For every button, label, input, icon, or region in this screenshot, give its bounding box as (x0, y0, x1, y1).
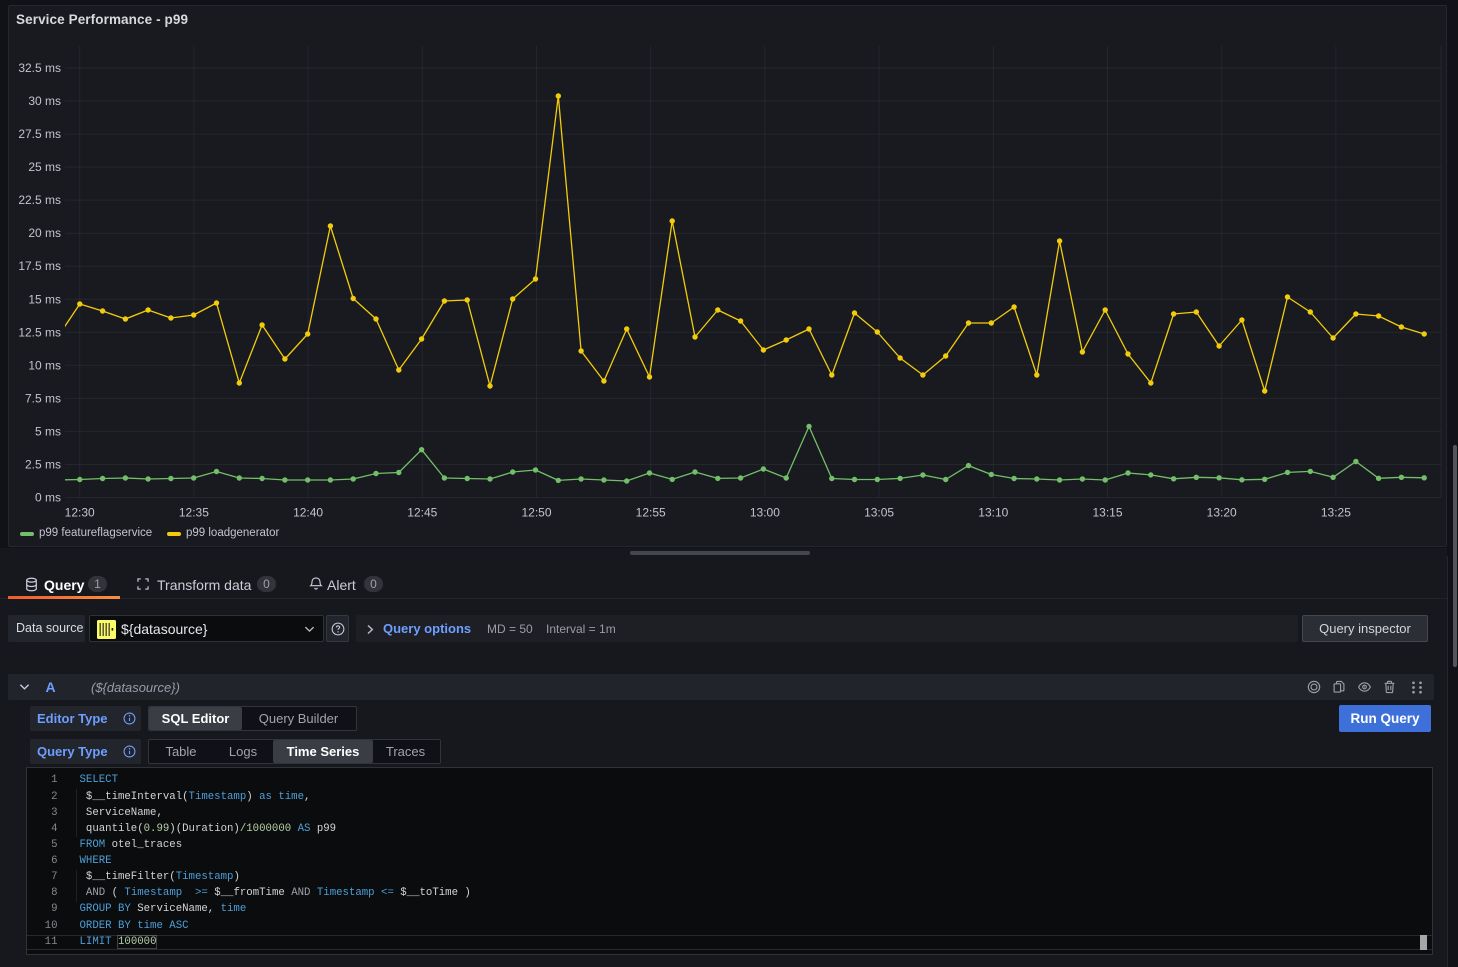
svg-text:30 ms: 30 ms (28, 94, 61, 108)
svg-text:15 ms: 15 ms (28, 292, 61, 306)
svg-text:12:50: 12:50 (521, 506, 551, 520)
svg-text:12:40: 12:40 (293, 506, 323, 520)
svg-text:13:00: 13:00 (750, 506, 780, 520)
svg-text:2.5 ms: 2.5 ms (25, 458, 61, 472)
svg-text:12:30: 12:30 (65, 506, 95, 520)
svg-text:5 ms: 5 ms (35, 424, 61, 438)
svg-text:10 ms: 10 ms (28, 358, 61, 372)
svg-text:0 ms: 0 ms (35, 491, 61, 505)
svg-text:13:10: 13:10 (978, 506, 1008, 520)
svg-text:22.5 ms: 22.5 ms (18, 193, 61, 207)
svg-text:32.5 ms: 32.5 ms (18, 61, 61, 75)
svg-text:20 ms: 20 ms (28, 226, 61, 240)
svg-text:12.5 ms: 12.5 ms (18, 325, 61, 339)
svg-text:7.5 ms: 7.5 ms (25, 391, 61, 405)
svg-text:12:45: 12:45 (407, 506, 437, 520)
svg-text:27.5 ms: 27.5 ms (18, 127, 61, 141)
svg-text:12:55: 12:55 (636, 506, 666, 520)
svg-text:13:20: 13:20 (1207, 506, 1237, 520)
svg-text:12:35: 12:35 (179, 506, 209, 520)
svg-text:13:05: 13:05 (864, 506, 894, 520)
svg-text:25 ms: 25 ms (28, 160, 61, 174)
svg-text:13:25: 13:25 (1321, 506, 1351, 520)
svg-text:17.5 ms: 17.5 ms (18, 259, 61, 273)
svg-text:13:15: 13:15 (1092, 506, 1122, 520)
